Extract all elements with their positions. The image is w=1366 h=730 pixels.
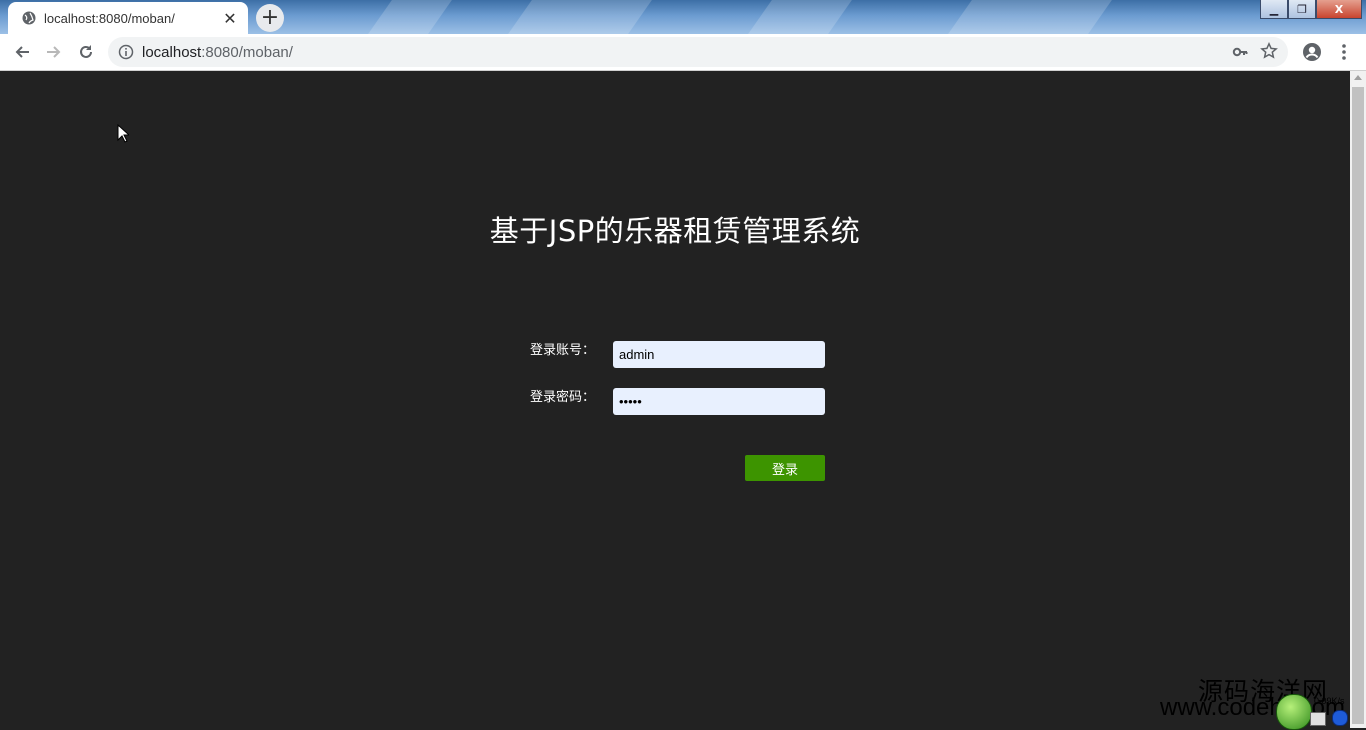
browser-tab[interactable]: localhost:8080/moban/ ✕ xyxy=(8,2,248,34)
account-row: 登录账号： xyxy=(0,341,1350,369)
network-monitor-icon[interactable] xyxy=(1276,694,1312,730)
scroll-up-icon[interactable] xyxy=(1354,75,1362,80)
window-controls: ▁ ❐ X xyxy=(1260,0,1362,19)
account-input[interactable] xyxy=(613,341,825,368)
password-label: 登录密码： xyxy=(529,390,595,405)
account-icon[interactable] xyxy=(1302,42,1322,62)
star-icon[interactable] xyxy=(1260,42,1278,60)
minimize-button[interactable]: ▁ xyxy=(1260,0,1288,19)
url-host: localhost xyxy=(142,43,202,61)
back-icon[interactable] xyxy=(12,42,32,62)
key-icon[interactable] xyxy=(1232,44,1248,60)
browser-toolbar: localhost:8080/moban/ xyxy=(0,34,1366,71)
system-tray: 0.09K/s xyxy=(1276,692,1366,730)
menu-icon[interactable] xyxy=(1336,42,1352,62)
tray-globe-icon[interactable] xyxy=(1332,710,1348,726)
info-icon[interactable] xyxy=(118,44,134,60)
login-button[interactable]: 登录 xyxy=(745,455,825,481)
url-text: localhost:8080/moban/ xyxy=(142,44,293,61)
window-close-button[interactable]: X xyxy=(1316,0,1362,19)
cursor-icon xyxy=(117,124,129,143)
page-title: 基于JSP的乐器租赁管理系统 xyxy=(489,214,861,248)
window-titlebar: localhost:8080/moban/ ✕ + ▁ ❐ X xyxy=(0,0,1366,34)
forward-icon[interactable] xyxy=(44,42,64,62)
page-viewport: 基于JSP的乐器租赁管理系统 登录账号： 登录密码： 登录 xyxy=(0,71,1350,728)
reload-icon[interactable] xyxy=(76,42,96,62)
network-speed: 0.09K/s xyxy=(1314,696,1345,706)
account-label: 登录账号： xyxy=(529,343,595,358)
scrollbar-thumb[interactable] xyxy=(1352,87,1364,724)
titlebar-decoration xyxy=(948,0,1112,34)
titlebar-decoration xyxy=(748,0,852,34)
titlebar-decoration xyxy=(508,0,652,34)
titlebar-decoration xyxy=(368,0,452,34)
tab-title: localhost:8080/moban/ xyxy=(44,10,175,26)
tray-icon[interactable] xyxy=(1310,712,1326,726)
password-input[interactable] xyxy=(613,388,825,415)
address-bar[interactable]: localhost:8080/moban/ xyxy=(108,37,1288,67)
close-icon[interactable]: ✕ xyxy=(222,9,238,28)
globe-icon xyxy=(22,11,36,25)
vertical-scrollbar[interactable] xyxy=(1350,71,1366,728)
new-tab-icon[interactable]: + xyxy=(256,4,284,32)
url-path: :8080/moban/ xyxy=(201,43,293,61)
restore-button[interactable]: ❐ xyxy=(1288,0,1316,19)
password-row: 登录密码： xyxy=(0,388,1350,416)
